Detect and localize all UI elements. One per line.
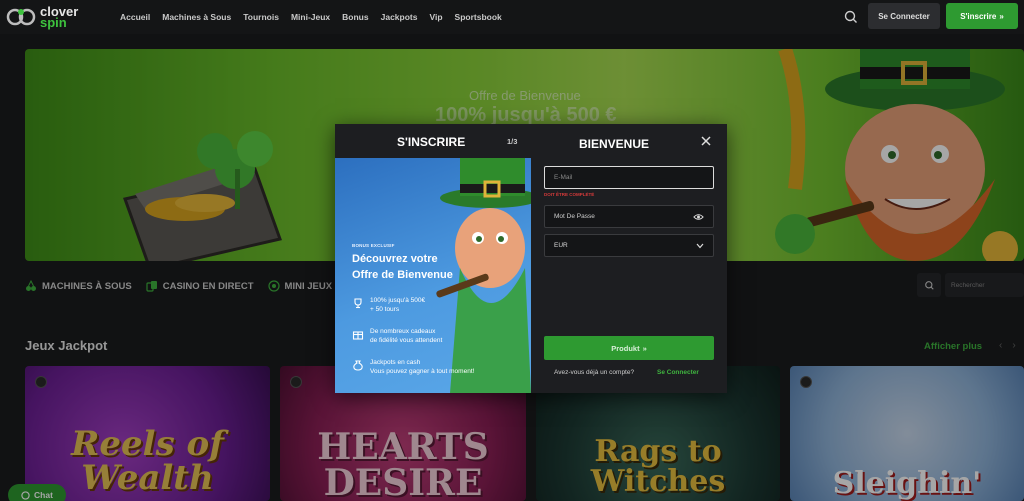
clover-logo-icon (6, 8, 36, 26)
gift-icon (352, 331, 364, 340)
promo-heading-line2: Offre de Bienvenue (352, 269, 453, 281)
promo-feature-line: Jackpots en cash (370, 359, 421, 366)
promo-feature-line: Vous pouvez gagner à tout moment! (370, 368, 475, 375)
signup-modal: S'INSCRIRE 1/3 BONUS EXCLUSIF Découvrez … (335, 124, 727, 393)
promo-feature: De nombreux cadeaux de fidélité vous att… (352, 327, 442, 345)
email-placeholder: E-Mail (554, 174, 573, 181)
promo-feature-line: 100% jusqu'à 500€ (370, 297, 426, 304)
step-indicator: 1/3 (507, 137, 518, 146)
signup-button[interactable]: S'inscrire » (946, 3, 1018, 29)
promo-heading-line1: Découvrez votre (352, 253, 438, 265)
have-account-text: Avez-vous déjà un compte? (554, 369, 635, 376)
chevron-down-icon (696, 243, 704, 248)
double-chevron-right-icon: » (999, 11, 1004, 21)
nav-mini-jeux[interactable]: Mini-Jeux (291, 12, 330, 22)
promo-feature-line: de fidélité vous attendent (370, 337, 443, 344)
currency-value: EUR (554, 242, 568, 249)
password-field[interactable]: Mot De Passe (544, 205, 714, 228)
modal-right-title: BIENVENUE (579, 137, 650, 151)
nav-bonus[interactable]: Bonus (342, 12, 368, 22)
trophy-icon (354, 298, 362, 309)
top-header: clover spin Accueil Machines à Sous Tour… (0, 0, 1024, 34)
logo-text: clover spin (40, 5, 78, 29)
main-nav: Accueil Machines à Sous Tournois Mini-Je… (120, 0, 502, 34)
nav-machines-a-sous[interactable]: Machines à Sous (162, 12, 231, 22)
eye-icon[interactable] (693, 213, 704, 221)
currency-select[interactable]: EUR (544, 234, 714, 257)
modal-promo-panel: S'INSCRIRE 1/3 BONUS EXCLUSIF Découvrez … (335, 124, 531, 393)
promo-feature: 100% jusqu'à 500€ + 50 tours (352, 296, 425, 314)
login-button[interactable]: Se Connecter (868, 3, 940, 29)
modal-left-title: S'INSCRIRE (397, 135, 466, 149)
next-button-label: Produkt (611, 343, 640, 353)
promo-feature-line: + 50 tours (370, 306, 400, 313)
exclusive-bonus-tag: BONUS EXCLUSIF (352, 243, 395, 248)
nav-accueil[interactable]: Accueil (120, 12, 150, 22)
nav-sportsbook[interactable]: Sportsbook (455, 12, 502, 22)
password-placeholder: Mot De Passe (554, 213, 595, 220)
promo-feature: Jackpots en cash Vous pouvez gagner à to… (352, 358, 474, 376)
logo[interactable]: clover spin (6, 3, 118, 31)
nav-jackpots[interactable]: Jackpots (381, 12, 418, 22)
email-field[interactable]: E-Mail (544, 166, 714, 189)
search-icon[interactable] (843, 9, 859, 25)
next-button[interactable]: Produkt » (544, 336, 714, 360)
close-icon[interactable] (699, 134, 713, 148)
modal-login-link[interactable]: Se Connecter (657, 369, 699, 376)
signup-button-label: S'inscrire (960, 11, 997, 21)
money-bag-icon (353, 360, 363, 371)
promo-feature-line: De nombreux cadeaux (370, 328, 436, 335)
nav-vip[interactable]: Vip (429, 12, 442, 22)
email-error-message: DOIT ÊTRE COMPLÉTÉ (544, 192, 595, 197)
double-chevron-right-icon: » (642, 343, 647, 353)
nav-tournois[interactable]: Tournois (243, 12, 279, 22)
